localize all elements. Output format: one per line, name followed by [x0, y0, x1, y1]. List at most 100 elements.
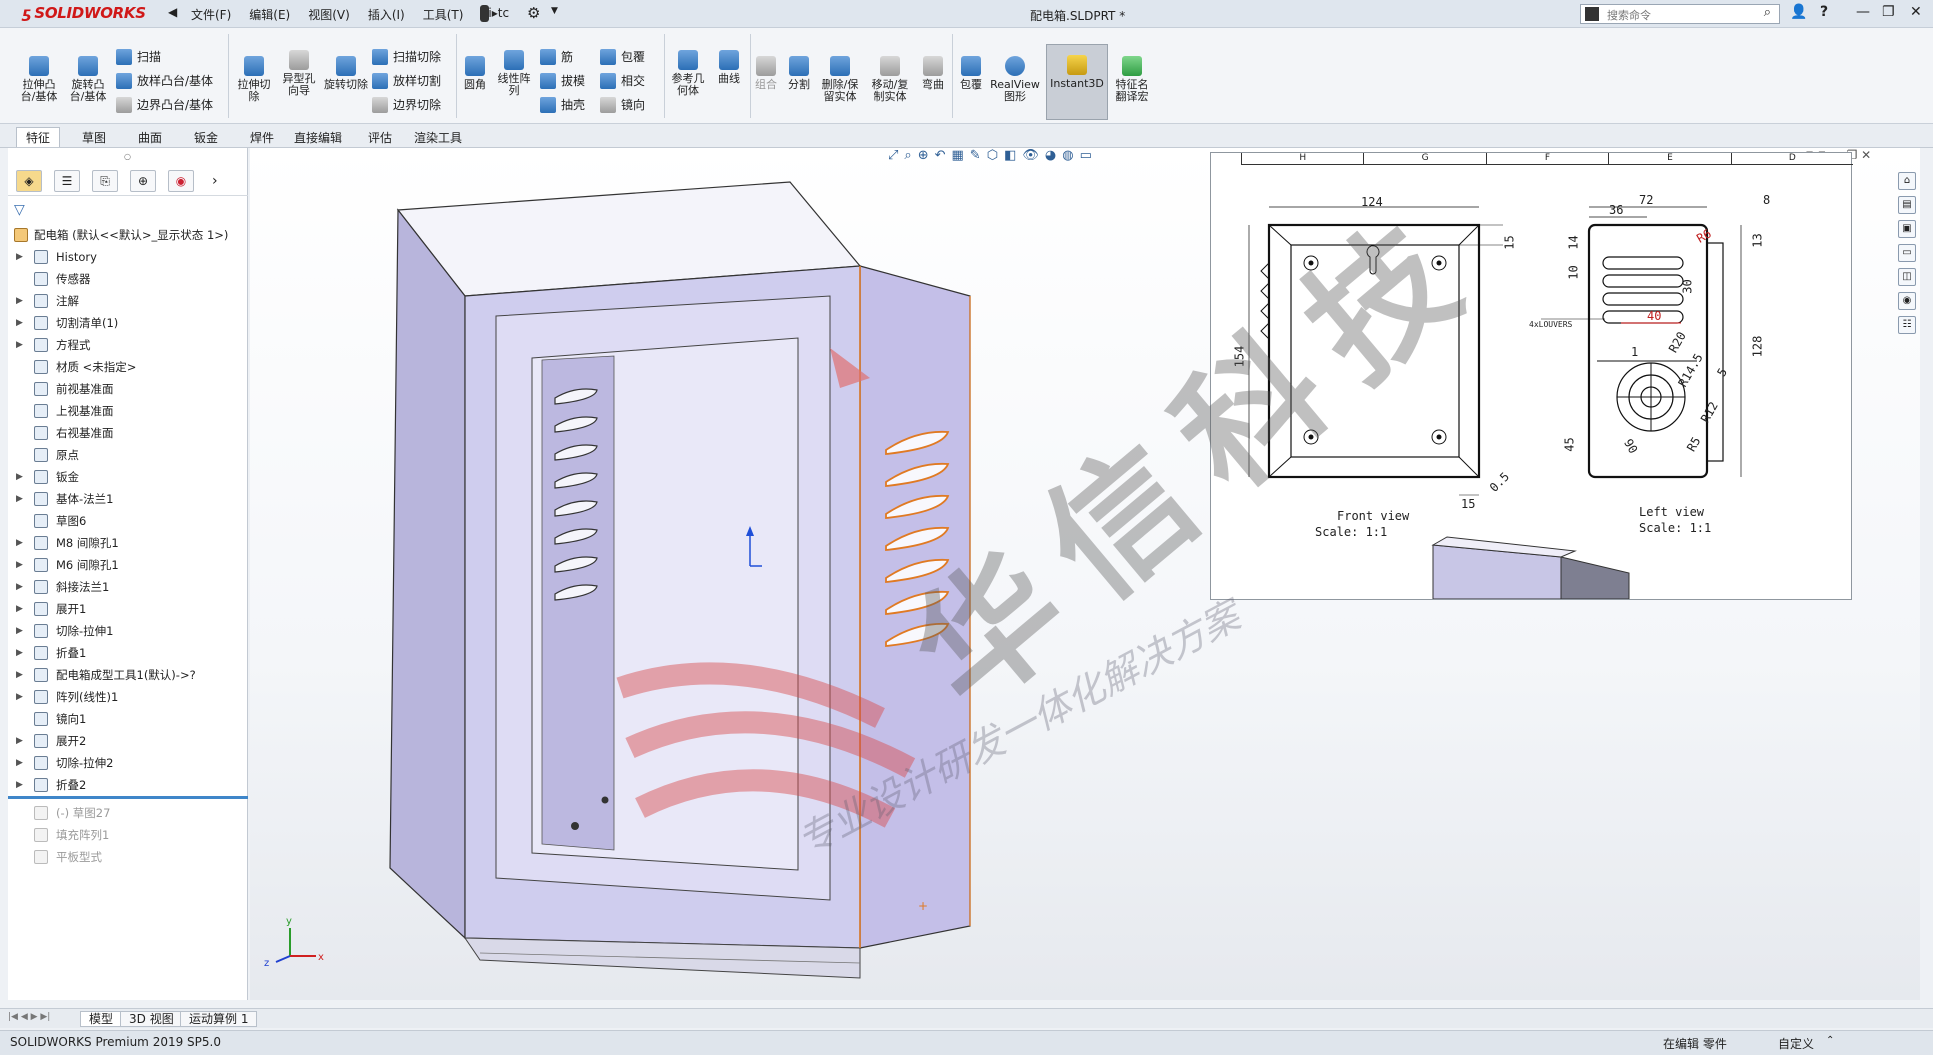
- extrude-boss-button[interactable]: 拉伸凸台/基体: [18, 56, 60, 103]
- expand-arrow-icon[interactable]: ▶: [16, 774, 23, 796]
- expand-arrow-icon[interactable]: ▶: [16, 554, 23, 576]
- hole-wizard-button[interactable]: 异型孔向导: [278, 50, 320, 97]
- dimxpert-tab-icon[interactable]: ⊕: [130, 169, 156, 192]
- gear-icon[interactable]: ⚙: [527, 4, 540, 22]
- menu-insert[interactable]: 插入(I): [359, 6, 414, 23]
- expand-arrow-icon[interactable]: ▶: [16, 642, 23, 664]
- zoom-icon[interactable]: ⊕: [918, 148, 929, 163]
- split-button[interactable]: 分割: [784, 56, 814, 91]
- search-icon[interactable]: ⌕: [1764, 5, 1771, 20]
- filter-icon[interactable]: ▽: [14, 202, 25, 218]
- tab-sketch[interactable]: 草图: [72, 127, 116, 148]
- tab-features[interactable]: 特征: [16, 127, 61, 147]
- loft-cut-button[interactable]: 放样切割: [372, 72, 441, 89]
- search-input[interactable]: 搜索命令 ⌕: [1580, 4, 1780, 24]
- revolve-cut-button[interactable]: 旋转切除: [324, 56, 368, 91]
- view-orientation-icon[interactable]: ⬡: [987, 148, 998, 163]
- traffic-light-icon[interactable]: [480, 5, 489, 22]
- tree-item[interactable]: ▶ 展开2: [8, 730, 248, 752]
- section-view-icon[interactable]: ▦: [952, 148, 964, 163]
- solidworks-logo[interactable]: ƽ SOLIDWORKS: [22, 4, 146, 22]
- tree-item[interactable]: ▶ 钣金: [8, 466, 248, 488]
- tab-direct-editing[interactable]: 直接编辑: [284, 127, 352, 148]
- expand-arrow-icon[interactable]: ▶: [16, 246, 23, 268]
- tree-item[interactable]: ▶ 斜接法兰1: [8, 576, 248, 598]
- tree-item-suppressed[interactable]: 填充阵列1: [8, 824, 248, 846]
- tree-item[interactable]: ▶ History: [8, 246, 248, 268]
- menu-tools[interactable]: 工具(T): [414, 6, 473, 23]
- minimize-icon[interactable]: —: [1856, 4, 1870, 20]
- expand-arrow-icon[interactable]: ▶: [16, 576, 23, 598]
- restore-icon[interactable]: ❐: [1882, 4, 1895, 20]
- tab-weldments[interactable]: 焊件: [240, 127, 284, 148]
- expand-arrow-icon[interactable]: ▶: [16, 598, 23, 620]
- expand-arrow-icon[interactable]: ▶: [16, 312, 23, 334]
- expand-arrow-icon[interactable]: ▶: [16, 466, 23, 488]
- configuration-manager-tab-icon[interactable]: ⎘: [92, 169, 118, 192]
- reference-geometry-button[interactable]: 参考几何体: [668, 50, 708, 97]
- tree-item[interactable]: ▶ M6 间隙孔1: [8, 554, 248, 576]
- feature-translate-macro-button[interactable]: 特征名翻译宏: [1112, 56, 1152, 103]
- expand-arrow-icon[interactable]: ▶: [16, 730, 23, 752]
- menu-edit[interactable]: 编辑(E): [240, 6, 299, 23]
- rollback-bar[interactable]: [8, 796, 248, 799]
- instant3d-button[interactable]: Instant3D: [1046, 44, 1108, 120]
- intersect-button[interactable]: 相交: [600, 72, 645, 89]
- wrap-button[interactable]: 包覆: [600, 48, 645, 65]
- panel-more-icon[interactable]: ›: [212, 173, 218, 189]
- tab-3d-views[interactable]: 3D 视图: [120, 1011, 183, 1027]
- tree-item[interactable]: ▶ 阵列(线性)1: [8, 686, 248, 708]
- expand-arrow-icon[interactable]: ▶: [16, 620, 23, 642]
- tree-item[interactable]: ▶ 切除-拉伸2: [8, 752, 248, 774]
- tree-item[interactable]: 前视基准面: [8, 378, 248, 400]
- tab-motion-study[interactable]: 运动算例 1: [180, 1011, 258, 1027]
- mirror-button[interactable]: 镜向: [600, 96, 645, 113]
- tab-surfaces[interactable]: 曲面: [128, 127, 172, 148]
- units-customize[interactable]: 自定义: [1778, 1035, 1814, 1052]
- tree-item[interactable]: 原点: [8, 444, 248, 466]
- wrap-feature-button[interactable]: 包覆: [956, 56, 986, 91]
- home-icon[interactable]: ⌂: [1898, 172, 1916, 190]
- close-icon[interactable]: ✕: [1910, 4, 1922, 20]
- expand-arrow-icon[interactable]: ▶: [16, 532, 23, 554]
- units-chevron-icon[interactable]: ⌃: [1826, 1035, 1834, 1046]
- shell-button[interactable]: 抽壳: [540, 96, 585, 113]
- expand-arrow-icon[interactable]: ▶: [16, 752, 23, 774]
- tree-root[interactable]: 配电箱 (默认<<默认>_显示状态 1>): [8, 224, 248, 246]
- menu-file[interactable]: 文件(F): [182, 6, 240, 23]
- previous-view-icon[interactable]: ↶: [935, 148, 946, 163]
- tree-item-suppressed[interactable]: 平板型式: [8, 846, 248, 868]
- view-palette-icon[interactable]: ◫: [1898, 268, 1916, 286]
- display-manager-tab-icon[interactable]: ◉: [168, 169, 194, 192]
- tab-model[interactable]: 模型: [80, 1011, 123, 1027]
- tree-item[interactable]: 传感器: [8, 268, 248, 290]
- combine-button[interactable]: 组合: [752, 56, 780, 91]
- file-explorer-icon[interactable]: ▭: [1898, 244, 1916, 262]
- fillet-button[interactable]: 圆角: [460, 56, 490, 91]
- draft-button[interactable]: 拔模: [540, 72, 585, 89]
- menu-view[interactable]: 视图(V): [299, 6, 359, 23]
- loft-boss-button[interactable]: 放样凸台/基体: [116, 72, 213, 89]
- tab-sheet-metal[interactable]: 钣金: [184, 127, 228, 148]
- apply-scene-icon[interactable]: ◍: [1062, 148, 1073, 163]
- hide-show-icon[interactable]: 👁: [1022, 148, 1039, 163]
- sweep-cut-button[interactable]: 扫描切除: [372, 48, 441, 65]
- tree-item-suppressed[interactable]: (-) 草图27: [8, 802, 248, 824]
- edit-appearance-icon[interactable]: ◕: [1045, 148, 1056, 163]
- tree-item[interactable]: ▶ 折叠2: [8, 774, 248, 796]
- rib-button[interactable]: 筋: [540, 48, 573, 65]
- move-copy-body-button[interactable]: 移动/复制实体: [868, 56, 912, 103]
- tab-render-tools[interactable]: 渲染工具: [404, 127, 472, 148]
- expand-arrow-icon[interactable]: ▶: [16, 290, 23, 312]
- appearances-icon[interactable]: ◉: [1898, 292, 1916, 310]
- view-settings-icon[interactable]: ▭: [1080, 148, 1092, 163]
- sweep-button[interactable]: 扫描: [116, 48, 161, 65]
- tree-item[interactable]: ▶ 配电箱成型工具1(默认)->?: [8, 664, 248, 686]
- tree-item[interactable]: ▶ M8 间隙孔1: [8, 532, 248, 554]
- flex-button[interactable]: 弯曲: [918, 56, 948, 91]
- tab-evaluate[interactable]: 评估: [358, 127, 402, 148]
- zoom-to-area-icon[interactable]: ⌕: [904, 148, 911, 163]
- display-style-icon[interactable]: ◧: [1004, 148, 1016, 163]
- help-icon[interactable]: ?: [1820, 4, 1828, 20]
- menu-expand-icon[interactable]: ◀: [168, 5, 177, 19]
